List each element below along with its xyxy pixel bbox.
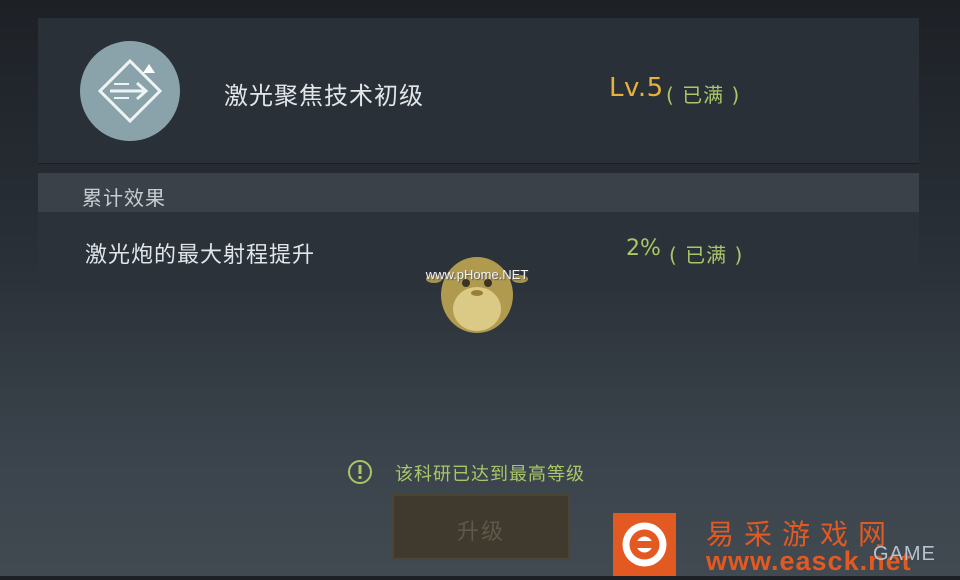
watermark-mascot: www.pHome.NET [412, 243, 542, 338]
notice-text: 该科研已达到最高等级 [395, 464, 585, 485]
upgrade-label: 升级 [456, 520, 505, 545]
effect-title: 累计效果 [82, 186, 166, 210]
info-circle-icon [347, 459, 373, 485]
effect-value: 2% [626, 236, 661, 261]
skill-card: 激光聚焦技术初级 Lv.5 ( 已满 ) [38, 18, 919, 164]
upgrade-button[interactable]: 升级 [392, 494, 570, 560]
laser-arrow-icon [80, 41, 180, 141]
effect-name: 激光炮的最大射程提升 [85, 243, 316, 268]
skill-level: Lv.5 [609, 73, 664, 103]
brand-sub: GAME [873, 543, 936, 565]
effect-max-status: ( 已满 ) [669, 243, 744, 267]
effect-header: 累计效果 [38, 173, 919, 212]
brand-logo [613, 513, 676, 576]
skill-max-status: ( 已满 ) [666, 83, 741, 107]
watermark-text: www.pHome.NET [425, 267, 529, 282]
skill-name: 激光聚焦技术初级 [224, 82, 424, 110]
